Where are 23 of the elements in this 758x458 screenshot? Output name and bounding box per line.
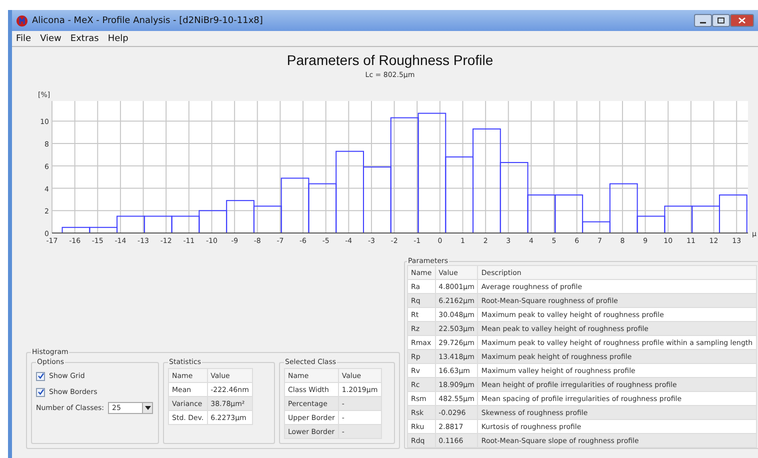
histogram-bar xyxy=(171,216,200,234)
minimize-button[interactable] xyxy=(694,14,712,27)
menu-item[interactable]: Extras xyxy=(70,34,99,44)
histogram-bar xyxy=(226,200,254,234)
histogram-bar xyxy=(144,216,172,234)
window-title: Alicona - MeX - Profile Analysis - [d2NiBr9-10-11x8] xyxy=(32,16,263,26)
close-button[interactable] xyxy=(730,14,754,27)
histogram-bar xyxy=(718,194,748,234)
chart-title: Parameters of Roughness Profile xyxy=(286,52,494,68)
app-logo-icon xyxy=(16,14,28,26)
close-icon xyxy=(738,17,746,24)
menu-item[interactable]: Help xyxy=(108,34,128,44)
maximize-button[interactable] xyxy=(712,14,730,27)
histogram-bar xyxy=(198,210,228,234)
menu-item[interactable]: View xyxy=(40,34,62,44)
menu-item[interactable]: File xyxy=(16,34,32,44)
checkbox[interactable] xyxy=(36,388,45,396)
checkmark-icon xyxy=(38,389,44,395)
checkmark-icon xyxy=(38,373,44,379)
maximize-icon xyxy=(717,17,725,24)
histogram-bar xyxy=(692,206,720,234)
dropdown-arrow-icon xyxy=(144,406,151,410)
checkbox[interactable] xyxy=(36,372,45,380)
